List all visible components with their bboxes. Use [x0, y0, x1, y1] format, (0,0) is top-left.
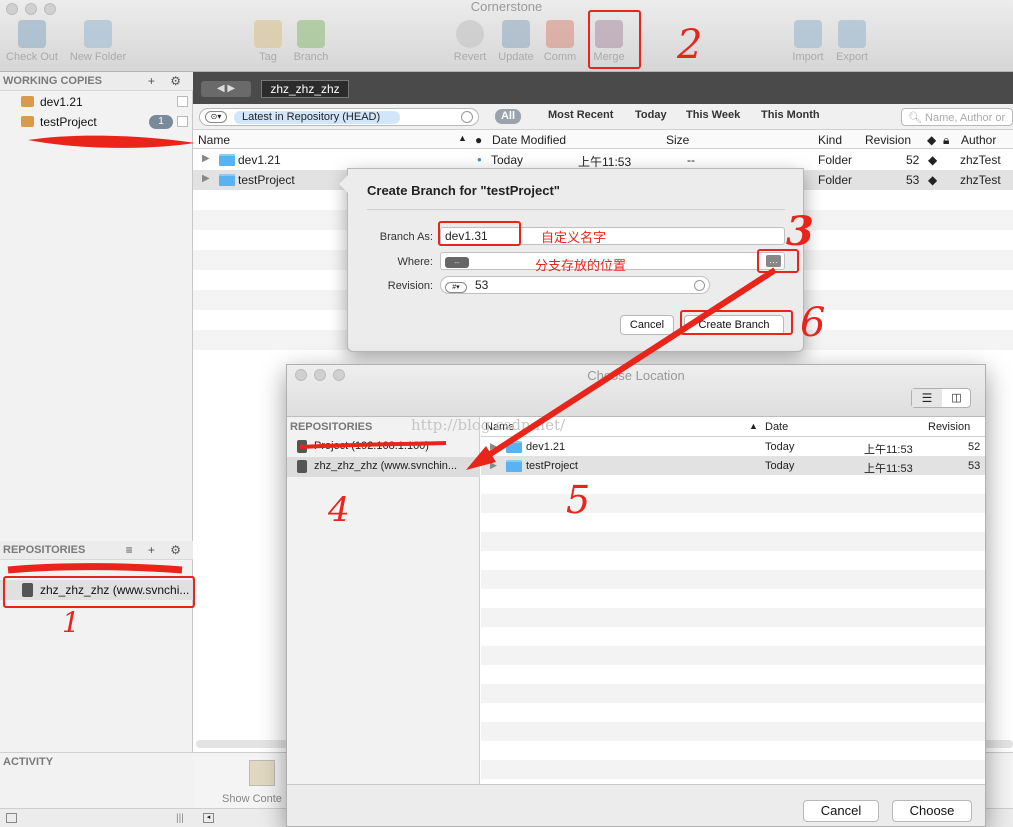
scribble-mark — [299, 441, 447, 449]
annotation-arrow — [476, 267, 777, 465]
scribble-mark — [28, 135, 195, 148]
annotation-overlay — [7, 135, 777, 574]
arrow-head — [466, 446, 496, 470]
scribble-mark — [7, 563, 183, 574]
